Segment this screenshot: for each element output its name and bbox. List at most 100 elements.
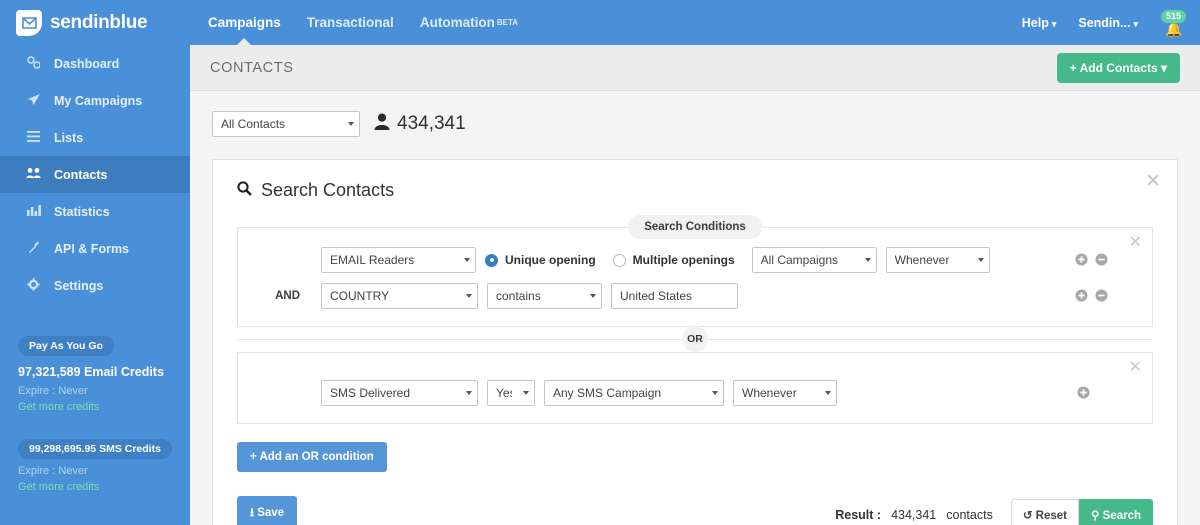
notifications-button[interactable]: 515 🔔 (1160, 8, 1186, 38)
search-button[interactable]: ⚲ Search (1079, 499, 1153, 525)
sms-get-more-credits-link[interactable]: Get more credits (18, 481, 190, 493)
panel-footer: ⭳ Save Result : 434,341 contacts ↺ Reset… (237, 496, 1153, 525)
search-contacts-panel: ✕ Search Contacts Search Conditions ✕ EM… (212, 159, 1178, 525)
account-menu[interactable]: Sendin...▾ (1078, 16, 1138, 30)
sidebar-item-statistics[interactable]: Statistics (0, 193, 190, 230)
add-contacts-button[interactable]: + Add Contacts ▾ (1057, 53, 1180, 83)
field-select-wrap: COUNTRY (321, 283, 478, 309)
sidebar-item-label: Contacts (54, 168, 107, 182)
sidebar-item-dashboard[interactable]: Dashboard (0, 45, 190, 82)
country-field-select[interactable]: COUNTRY (321, 283, 478, 309)
sms-credits-badge: 99,298,695.95 SMS Credits (18, 439, 172, 459)
refresh-icon: ↺ (1023, 510, 1033, 522)
reset-label: Reset (1036, 510, 1067, 522)
tab-automation-label: Automation (420, 15, 495, 30)
sms-yesno-select[interactable]: Yes (487, 380, 535, 406)
radio-unique-opening[interactable]: Unique opening (485, 253, 596, 267)
add-contacts-label: + Add Contacts (1070, 61, 1158, 75)
plus-circle-icon[interactable] (1075, 253, 1088, 268)
sms-credits-expiry: Expire : Never (18, 465, 190, 477)
bar-chart-icon (26, 204, 41, 219)
search-panel-header: Search Contacts (237, 180, 1153, 201)
help-menu[interactable]: Help▾ (1022, 16, 1057, 30)
email-get-more-credits-link[interactable]: Get more credits (18, 401, 190, 413)
condition-row: AND COUNTRY contains (252, 280, 1138, 312)
app-root: sendinblue Campaigns Transactional Autom… (0, 0, 1200, 525)
sidebar-item-label: Settings (54, 279, 103, 293)
minus-circle-icon[interactable] (1095, 253, 1108, 268)
sms-campaign-select[interactable]: Any SMS Campaign (544, 380, 724, 406)
close-icon[interactable]: ✕ (1129, 360, 1142, 376)
plus-circle-icon[interactable] (1075, 289, 1088, 304)
sidebar-item-label: My Campaigns (54, 94, 142, 108)
bell-icon: 🔔 (1165, 21, 1182, 38)
primary-tabs: Campaigns Transactional Automation BETA (208, 0, 518, 45)
period-select[interactable]: Whenever (886, 247, 990, 273)
contact-list-select-wrap: All Contacts (212, 111, 360, 137)
contacts-total: 434,341 (374, 113, 466, 135)
sms-credits-block: 99,298,695.95 SMS Credits Expire : Never… (0, 439, 190, 493)
magnifier-icon (237, 181, 252, 201)
radio-multiple-openings-input[interactable] (613, 254, 626, 267)
radio-multiple-openings[interactable]: Multiple openings (613, 253, 735, 267)
sidebar-item-label: Lists (54, 131, 83, 145)
radio-multiple-openings-label: Multiple openings (633, 253, 735, 267)
sms-period-select[interactable]: Whenever (733, 380, 837, 406)
list-icon (26, 131, 41, 145)
chevron-down-icon: ▾ (1161, 61, 1167, 75)
reset-button[interactable]: ↺ Reset (1011, 499, 1079, 525)
comparator-select-wrap: contains (487, 283, 602, 309)
country-value-input[interactable] (611, 283, 738, 309)
tab-campaigns[interactable]: Campaigns (208, 0, 281, 45)
tab-transactional-label: Transactional (307, 15, 394, 30)
close-icon[interactable]: ✕ (1145, 172, 1161, 191)
result-count: 434,341 (891, 508, 936, 522)
save-label: Save (257, 507, 284, 519)
sidebar-item-api-forms[interactable]: API & Forms (0, 230, 190, 267)
contacts-total-value: 434,341 (397, 113, 466, 135)
contact-list-select[interactable]: All Contacts (212, 111, 360, 137)
campaign-select-wrap: All Campaigns (752, 247, 877, 273)
sidebar-item-label: Statistics (54, 205, 110, 219)
page-title: CONTACTS (210, 60, 293, 76)
users-icon (26, 167, 41, 182)
sidebar-item-label: API & Forms (54, 242, 129, 256)
tab-campaigns-label: Campaigns (208, 15, 281, 30)
campaign-select[interactable]: All Campaigns (752, 247, 877, 273)
envelope-shield-logo-icon (16, 10, 42, 36)
dashboard-icon (26, 56, 41, 72)
comparator-select[interactable]: contains (487, 283, 602, 309)
chevron-down-icon: ▾ (1133, 19, 1138, 29)
person-icon (374, 113, 390, 135)
brand-logo[interactable]: sendinblue (0, 10, 190, 36)
gear-icon (26, 278, 41, 294)
plus-circle-icon[interactable] (1077, 386, 1090, 401)
search-conditions-tab[interactable]: Search Conditions (628, 215, 762, 239)
minus-circle-icon[interactable] (1095, 289, 1108, 304)
sidebar-item-contacts[interactable]: Contacts (0, 156, 190, 193)
email-credits-block: Pay As You Go 97,321,589 Email Credits E… (0, 336, 190, 413)
sms-delivered-field-select[interactable]: SMS Delivered (321, 380, 478, 406)
brand-name: sendinblue (50, 12, 147, 34)
sidebar-item-my-campaigns[interactable]: My Campaigns (0, 82, 190, 119)
email-readers-field-select[interactable]: EMAIL Readers (321, 247, 476, 273)
add-or-condition-wrap: + Add an OR condition (237, 442, 1153, 472)
save-button[interactable]: ⭳ Save (237, 496, 297, 525)
radio-unique-opening-input[interactable] (485, 254, 498, 267)
sidebar: Dashboard My Campaigns Lists Contacts St… (0, 45, 190, 525)
chevron-down-icon: ▾ (1052, 19, 1057, 29)
notification-count-badge: 515 (1161, 10, 1186, 23)
or-divider: OR (237, 326, 1153, 352)
condition-row: SMS Delivered Yes Any SMS Campaign (252, 377, 1138, 409)
field-select-wrap: SMS Delivered (321, 380, 478, 406)
period-select-wrap: Whenever (886, 247, 990, 273)
sidebar-item-lists[interactable]: Lists (0, 119, 190, 156)
result-summary: Result : 434,341 contacts ↺ Reset ⚲ Sear… (835, 499, 1153, 525)
tab-transactional[interactable]: Transactional (307, 0, 394, 45)
add-or-condition-button[interactable]: + Add an OR condition (237, 442, 387, 472)
sidebar-item-settings[interactable]: Settings (0, 267, 190, 304)
tab-automation[interactable]: Automation BETA (420, 0, 518, 45)
top-navigation-bar: sendinblue Campaigns Transactional Autom… (0, 0, 1200, 45)
download-icon: ⭳ (250, 507, 254, 519)
page-header: CONTACTS + Add Contacts ▾ (190, 45, 1200, 91)
